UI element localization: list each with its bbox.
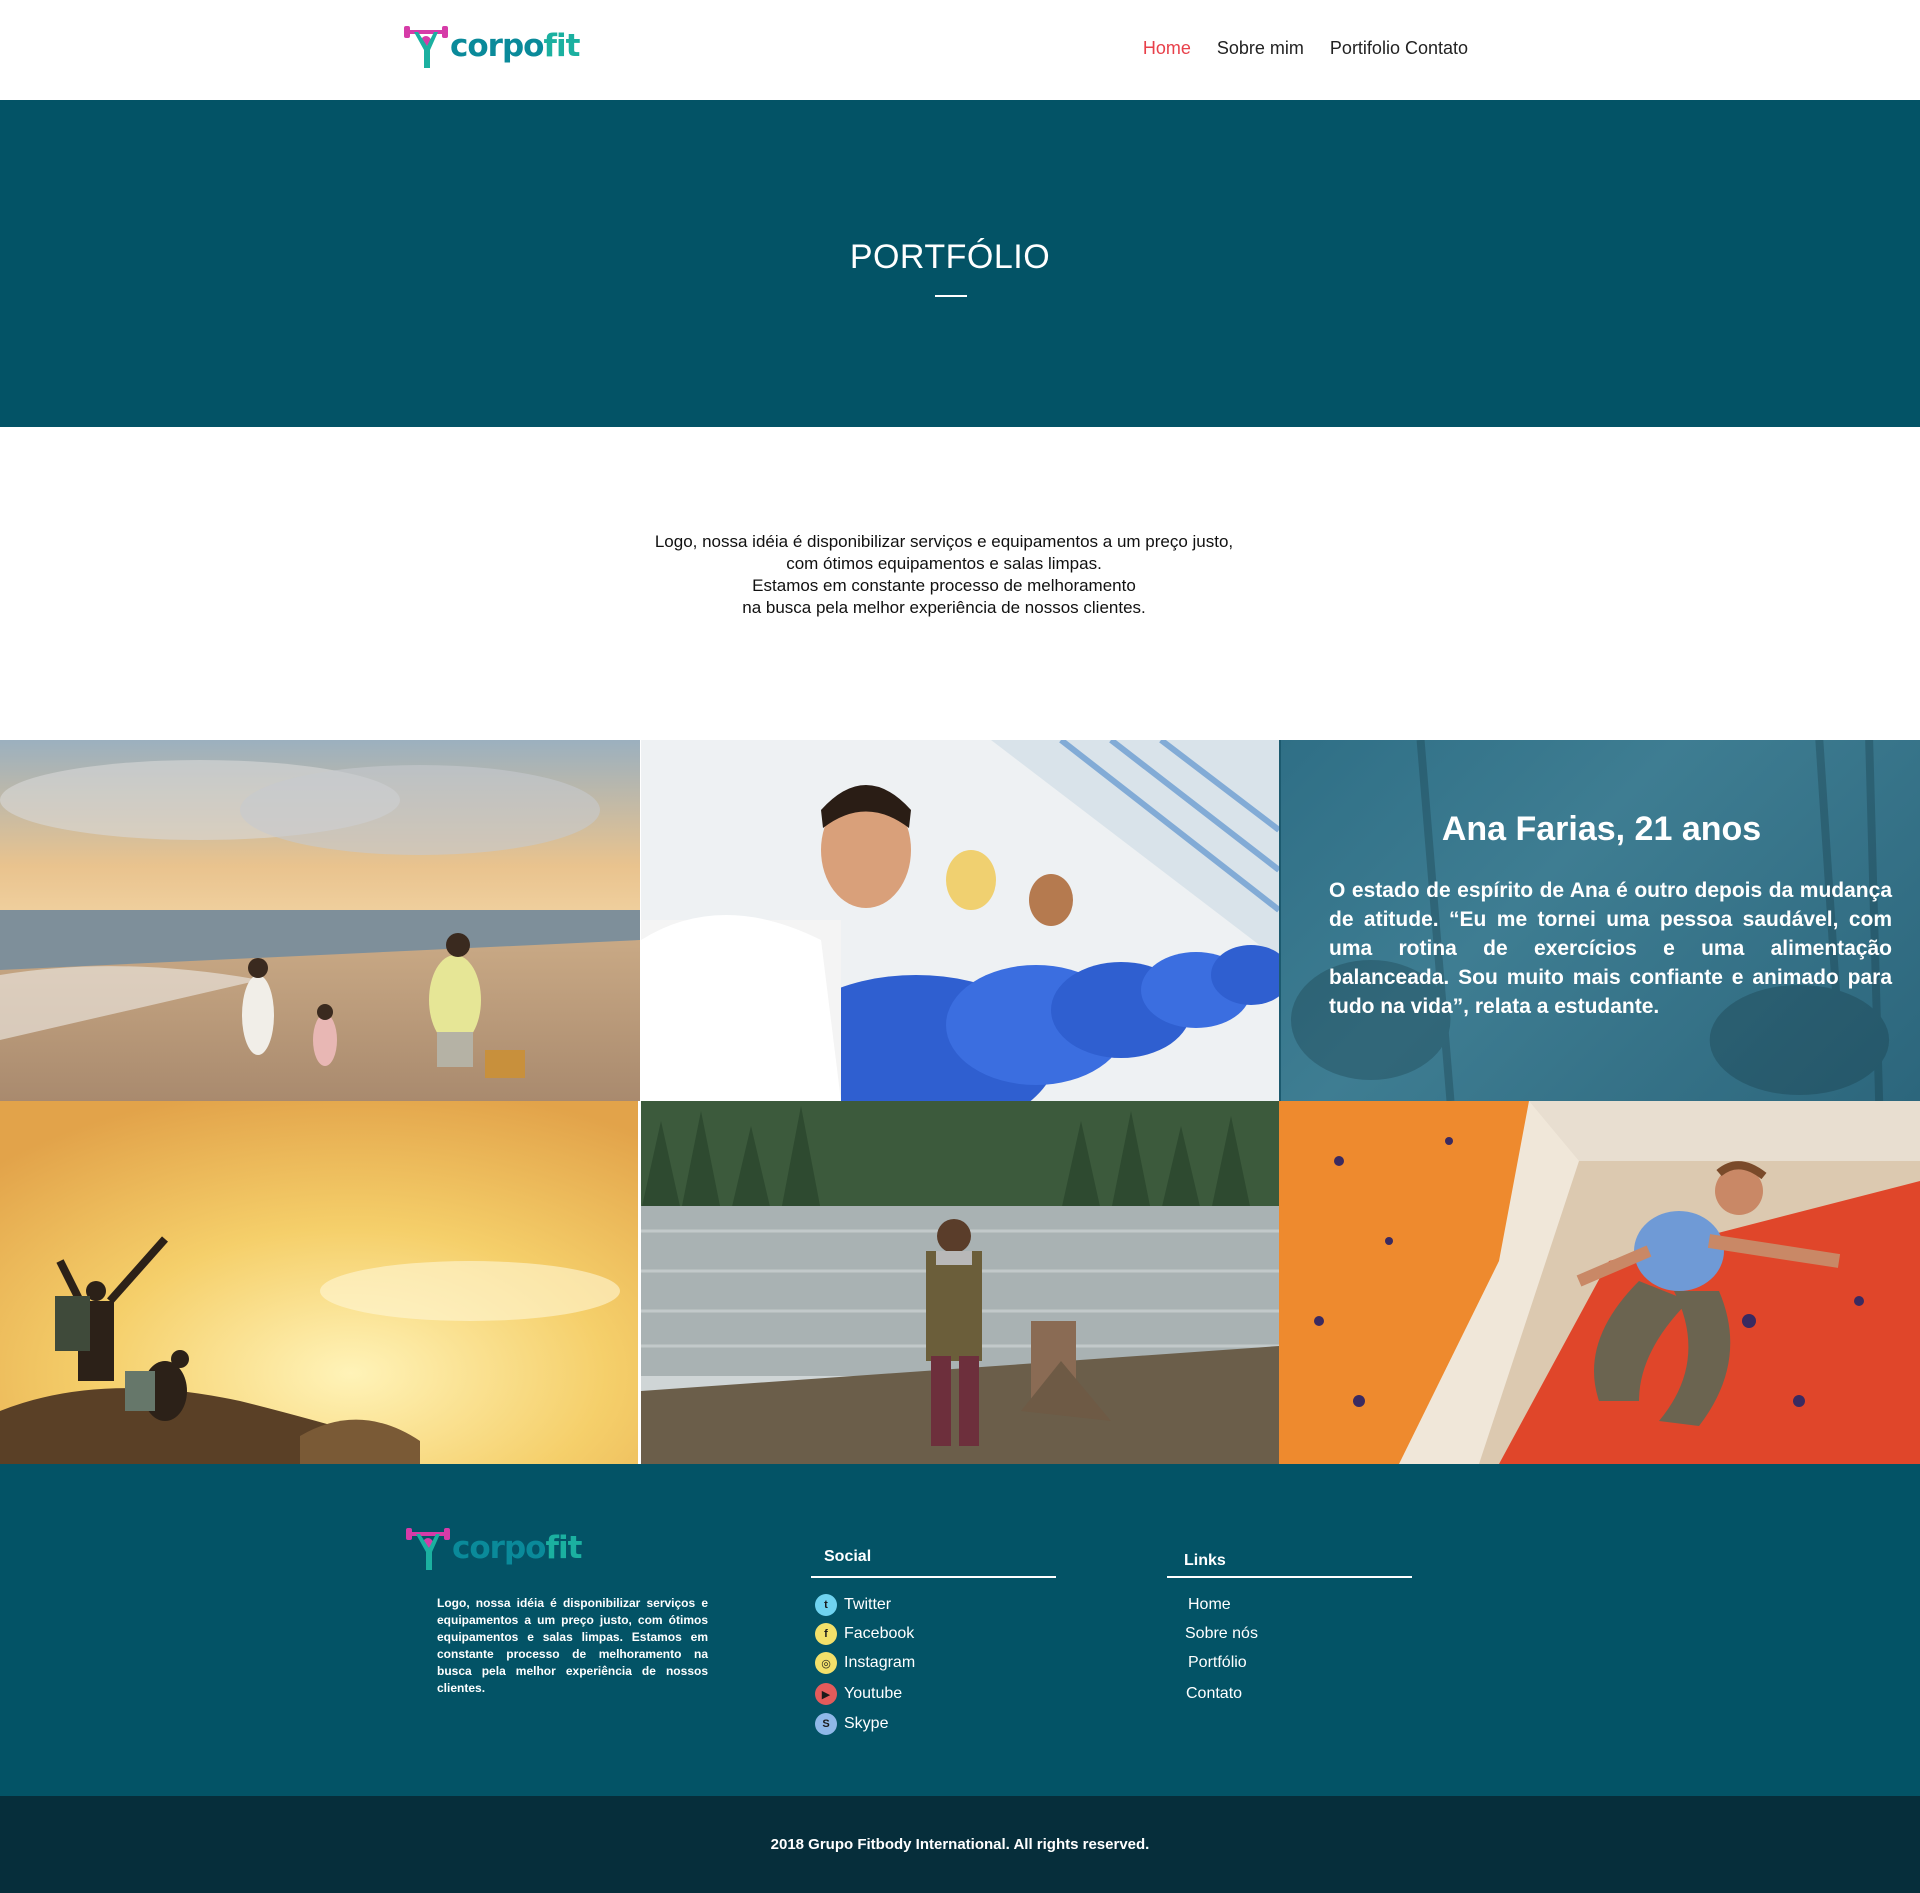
top-navbar: corpofit Home Sobre mim Portifolio Conta… xyxy=(0,0,1920,100)
testimonial-card: Ana Farias, 21 anos O estado de espírito… xyxy=(1279,740,1920,1101)
title-divider xyxy=(935,295,967,297)
copyright-text: 2018 Grupo Fitbody International. All ri… xyxy=(770,1836,1150,1853)
logo-figure-icon xyxy=(404,24,448,68)
logo-wordmark: corpofit xyxy=(452,1530,582,1566)
youtube-icon: ▶ xyxy=(815,1683,837,1705)
footer-about-text: Logo, nossa idéia é disponibilizar servi… xyxy=(437,1596,708,1695)
footer-link-portfolio[interactable]: Portfólio xyxy=(1188,1654,1247,1672)
main-nav: Home Sobre mim Portifolio Contato xyxy=(1143,38,1468,59)
photo-rock-climbing[interactable] xyxy=(1279,1101,1920,1464)
social-label: Skype xyxy=(844,1715,889,1732)
intro-line: Logo, nossa idéia é disponibilizar servi… xyxy=(654,532,1234,551)
intro-line: Estamos em constante processo de melhora… xyxy=(752,576,1136,595)
nav-sobre-mim[interactable]: Sobre mim xyxy=(1217,38,1304,59)
instagram-icon: ◎ xyxy=(815,1652,837,1674)
nav-portfolio-contato[interactable]: Portifolio Contato xyxy=(1330,38,1468,59)
footer-link-home[interactable]: Home xyxy=(1188,1596,1231,1614)
social-label: Twitter xyxy=(844,1596,892,1613)
social-label: Youtube xyxy=(844,1685,903,1702)
logo-wordmark: corpofit xyxy=(450,28,580,64)
intro-text: Logo, nossa idéia é disponibilizar servi… xyxy=(0,531,1888,619)
page-title: PORTFÓLIO xyxy=(849,238,1051,276)
testimonial-title: Ana Farias, 21 anos xyxy=(1441,810,1762,848)
nav-home[interactable]: Home xyxy=(1143,38,1191,59)
social-facebook-link[interactable]: f Facebook xyxy=(815,1623,914,1645)
site-footer: corpofit Logo, nossa idéia é disponibili… xyxy=(0,1464,1920,1796)
links-divider xyxy=(1167,1576,1412,1578)
photo-beach-family[interactable] xyxy=(0,740,640,1101)
photo-gym-class[interactable] xyxy=(641,740,1279,1101)
facebook-icon: f xyxy=(815,1623,837,1645)
photo-man-by-lake[interactable] xyxy=(641,1101,1279,1464)
social-label: Facebook xyxy=(844,1625,915,1642)
skype-icon: S xyxy=(815,1713,837,1735)
footer-link-sobre[interactable]: Sobre nós xyxy=(1185,1625,1258,1643)
social-youtube-link[interactable]: ▶ Youtube xyxy=(815,1683,902,1705)
hero-banner: PORTFÓLIO xyxy=(0,100,1920,427)
social-label: Instagram xyxy=(844,1654,916,1671)
logo-figure-icon xyxy=(406,1526,450,1570)
intro-line: com ótimos equipamentos e salas limpas. xyxy=(786,554,1102,573)
social-twitter-link[interactable]: t Twitter xyxy=(815,1594,891,1616)
links-heading: Links xyxy=(1184,1552,1226,1569)
social-instagram-link[interactable]: ◎ Instagram xyxy=(815,1652,915,1674)
twitter-icon: t xyxy=(815,1594,837,1616)
social-heading: Social xyxy=(824,1548,872,1565)
social-divider xyxy=(811,1576,1056,1578)
footer-logo[interactable]: corpofit xyxy=(406,1526,582,1570)
social-skype-link[interactable]: S Skype xyxy=(815,1713,888,1735)
photo-hikers-sunset[interactable] xyxy=(0,1101,638,1464)
intro-line: na busca pela melhor experiência de noss… xyxy=(742,598,1146,617)
logo[interactable]: corpofit xyxy=(404,24,580,68)
footer-link-contato[interactable]: Contato xyxy=(1186,1685,1242,1703)
testimonial-text: O estado de espírito de Ana é outro depo… xyxy=(1329,879,1892,1018)
copyright-bar: 2018 Grupo Fitbody International. All ri… xyxy=(0,1796,1920,1893)
